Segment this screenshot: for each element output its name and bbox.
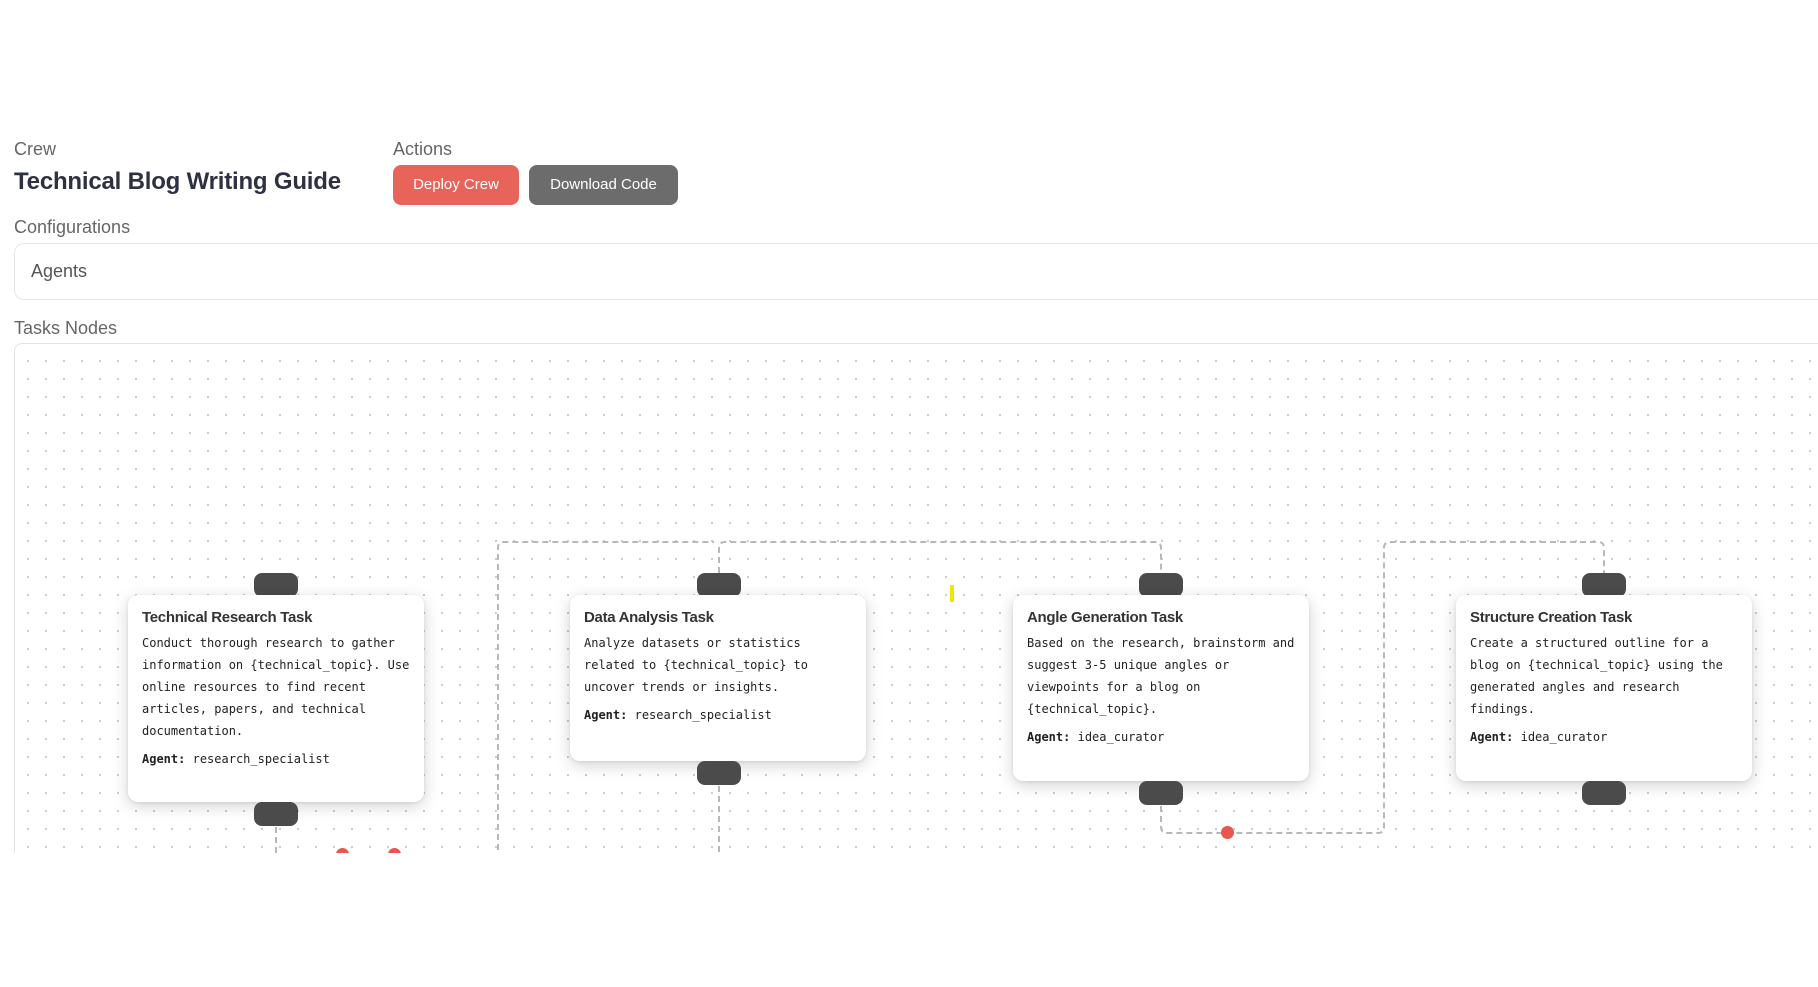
- task-node-description: Conduct thorough research to gather info…: [142, 636, 410, 738]
- edge-marker-dot[interactable]: [1221, 826, 1234, 839]
- task-node-title: Data Analysis Task: [584, 609, 714, 626]
- tasks-nodes-label: Tasks Nodes: [14, 318, 118, 338]
- deploy-crew-button[interactable]: Deploy Crew: [393, 165, 519, 205]
- configurations-label: Configurations: [14, 217, 131, 237]
- agent-name: research_specialist: [634, 708, 772, 722]
- task-node-title: Structure Creation Task: [1470, 609, 1633, 626]
- task-node-data-analysis[interactable]: Data Analysis Task Analyze datasets or s…: [570, 595, 866, 761]
- agent-prefix: Agent:: [1470, 730, 1514, 744]
- agents-panel-label: Agents: [31, 261, 88, 281]
- task-node-description: Analyze datasets or statistics related t…: [584, 636, 808, 694]
- task-node-description: Based on the research, brainstorm and su…: [1027, 636, 1295, 716]
- agent-name: idea_curator: [1520, 730, 1608, 744]
- node-3-output-handle[interactable]: [1139, 781, 1183, 805]
- task-node-angle-generation[interactable]: Angle Generation Task Based on the resea…: [1013, 595, 1309, 781]
- node-4-input-handle[interactable]: [1582, 573, 1626, 597]
- node-2-output-handle[interactable]: [697, 761, 741, 785]
- task-node-description: Create a structured outline for a blog o…: [1470, 636, 1723, 716]
- task-node-agent: Agent: idea_curator: [1027, 730, 1295, 744]
- task-node-title: Technical Research Task: [142, 609, 313, 626]
- task-node-technical-research[interactable]: Technical Research Task Conduct thorough…: [128, 595, 424, 802]
- download-code-button[interactable]: Download Code: [529, 165, 678, 205]
- node-2-input-handle[interactable]: [697, 573, 741, 597]
- task-node-structure-creation[interactable]: Structure Creation Task Create a structu…: [1456, 595, 1752, 781]
- actions-label: Actions: [393, 139, 453, 159]
- crew-label: Crew: [14, 139, 57, 159]
- agent-prefix: Agent:: [1027, 730, 1071, 744]
- node-1-input-handle[interactable]: [254, 573, 298, 597]
- crew-title: Technical Blog Writing Guide: [14, 168, 341, 195]
- task-node-agent: Agent: research_specialist: [584, 708, 852, 722]
- node-4-output-handle[interactable]: [1582, 781, 1626, 805]
- cursor-marker: [950, 585, 954, 602]
- agent-name: idea_curator: [1077, 730, 1165, 744]
- node-3-input-handle[interactable]: [1139, 573, 1183, 597]
- page-bottom-area: [0, 853, 1818, 987]
- agent-prefix: Agent:: [584, 708, 628, 722]
- task-node-agent: Agent: research_specialist: [142, 752, 410, 766]
- node-1-output-handle[interactable]: [254, 802, 298, 826]
- task-node-agent: Agent: idea_curator: [1470, 730, 1738, 744]
- task-node-title: Angle Generation Task: [1027, 609, 1183, 626]
- agent-prefix: Agent:: [142, 752, 186, 766]
- agent-name: research_specialist: [192, 752, 330, 766]
- agents-panel[interactable]: Agents: [14, 243, 1818, 300]
